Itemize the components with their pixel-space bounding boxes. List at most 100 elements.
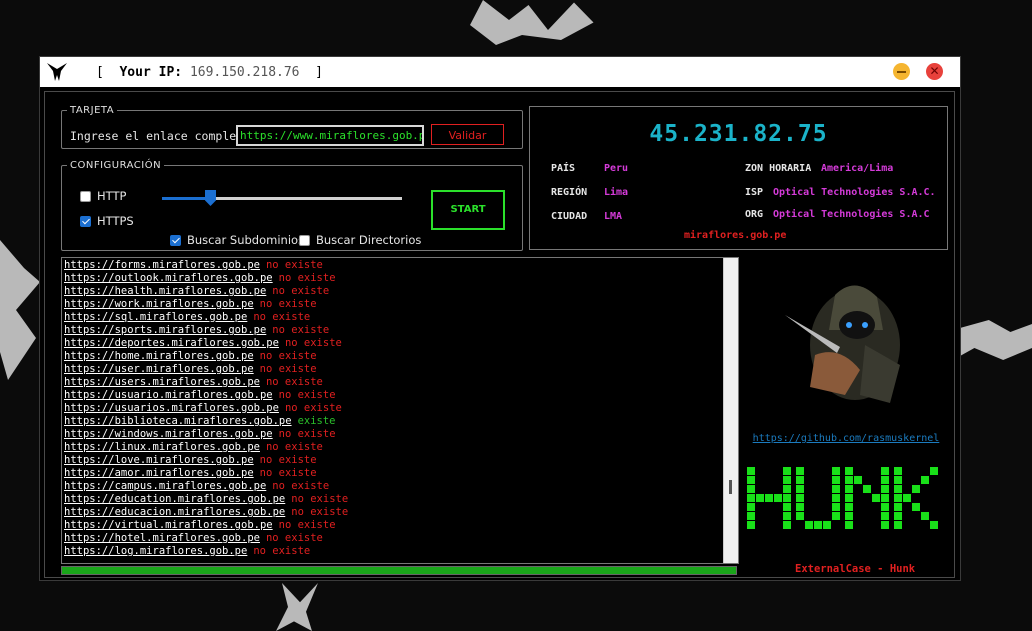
- result-url[interactable]: https://usuarios.miraflores.gob.pe: [64, 402, 279, 414]
- result-status: no existe: [291, 506, 349, 518]
- bracket-close: ]: [315, 65, 323, 80]
- logo-pixel: [881, 521, 889, 529]
- results-scrollbar[interactable]: [723, 258, 738, 563]
- result-url[interactable]: https://sports.miraflores.gob.pe: [64, 324, 266, 336]
- result-url[interactable]: https://deportes.miraflores.gob.pe: [64, 337, 279, 349]
- logo-pixel: [796, 467, 804, 475]
- result-row: https://windows.miraflores.gob.pe no exis…: [64, 428, 716, 441]
- logo-pixel: [912, 503, 920, 511]
- result-url[interactable]: https://usuario.miraflores.gob.pe: [64, 389, 273, 401]
- scrollbar-thumb[interactable]: [729, 480, 732, 494]
- directories-checkbox[interactable]: Buscar Directorios: [299, 233, 421, 247]
- result-url[interactable]: https://educacion.miraflores.gob.pe: [64, 506, 285, 518]
- logo-pixel: [894, 485, 902, 493]
- logo-pixel: [832, 485, 840, 493]
- result-url[interactable]: https://sql.miraflores.gob.pe: [64, 311, 247, 323]
- result-status: no existe: [259, 298, 317, 310]
- logo-pixel: [796, 476, 804, 484]
- logo-pixel: [747, 485, 755, 493]
- logo-pixel: [881, 494, 889, 502]
- result-status: no existe: [278, 389, 336, 401]
- logo-pixel: [783, 467, 791, 475]
- result-url[interactable]: https://biblioteca.miraflores.gob.pe: [64, 415, 292, 427]
- result-url[interactable]: https://campus.miraflores.gob.pe: [64, 480, 266, 492]
- result-url[interactable]: https://users.miraflores.gob.pe: [64, 376, 260, 388]
- result-url[interactable]: https://virtual.miraflores.gob.pe: [64, 519, 273, 531]
- logo-pixel: [921, 512, 929, 520]
- result-url[interactable]: https://education.miraflores.gob.pe: [64, 493, 285, 505]
- result-url[interactable]: https://amor.miraflores.gob.pe: [64, 467, 254, 479]
- result-row: https://user.miraflores.gob.pe no existe: [64, 363, 716, 376]
- bracket-open: [: [96, 65, 104, 80]
- logo-pixel: [747, 512, 755, 520]
- result-url[interactable]: https://linux.miraflores.gob.pe: [64, 441, 260, 453]
- slider-fill: [162, 197, 210, 200]
- result-url[interactable]: https://hotel.miraflores.gob.pe: [64, 532, 260, 544]
- tarjeta-group: TARJETA Ingrese el enlace completo https…: [61, 105, 523, 149]
- result-url[interactable]: https://home.miraflores.gob.pe: [64, 350, 254, 362]
- result-status: no existe: [284, 337, 342, 349]
- directories-checkbox-box[interactable]: [299, 234, 310, 246]
- result-status: no existe: [265, 376, 323, 388]
- result-status: no existe: [265, 532, 323, 544]
- result-url[interactable]: https://user.miraflores.gob.pe: [64, 363, 254, 375]
- subdomains-checkbox-box[interactable]: [170, 234, 181, 246]
- logo-pixel: [747, 503, 755, 511]
- result-row: https://home.miraflores.gob.pe no existe: [64, 350, 716, 363]
- app-window: [ Your IP: 169.150.218.76 ] ✕ TARJETA In…: [39, 56, 961, 581]
- result-url[interactable]: https://love.miraflores.gob.pe: [64, 454, 254, 466]
- start-button[interactable]: START: [431, 190, 505, 230]
- logo-pixel: [903, 494, 911, 502]
- validate-button[interactable]: Validar: [431, 124, 504, 145]
- result-url[interactable]: https://work.miraflores.gob.pe: [64, 298, 254, 310]
- tarjeta-legend: TARJETA: [70, 105, 115, 116]
- isp-label: ISP: [745, 187, 764, 198]
- logo-pixel: [894, 521, 902, 529]
- thread-slider[interactable]: [162, 190, 402, 206]
- result-row: https://biblioteca.miraflores.gob.pe exis…: [64, 415, 716, 428]
- result-status: no existe: [259, 363, 317, 375]
- footer-tag: ExternalCase - Hunk: [795, 563, 916, 575]
- result-status: no existe: [284, 402, 342, 414]
- result-status: no existe: [278, 272, 336, 284]
- logo-pixel: [783, 512, 791, 520]
- slider-thumb[interactable]: [205, 190, 216, 206]
- logo-pixel: [783, 485, 791, 493]
- timezone-label: ZON HORARIA: [745, 163, 812, 174]
- result-status: no existe: [272, 480, 330, 492]
- result-status: no existe: [253, 545, 311, 557]
- pais-value: Peru: [604, 163, 629, 174]
- result-url[interactable]: https://forms.miraflores.gob.pe: [64, 259, 260, 271]
- logo-pixel: [747, 521, 755, 529]
- ciudad-label: CIUDAD: [551, 211, 588, 222]
- result-url[interactable]: https://windows.miraflores.gob.pe: [64, 428, 273, 440]
- your-ip-display: [ Your IP: 169.150.218.76 ]: [96, 65, 323, 80]
- http-checkbox[interactable]: HTTP: [80, 189, 126, 203]
- result-url[interactable]: https://health.miraflores.gob.pe: [64, 285, 266, 297]
- result-row: https://education.miraflores.gob.pe no ex…: [64, 493, 716, 506]
- result-url[interactable]: https://log.miraflores.gob.pe: [64, 545, 247, 557]
- result-status: no existe: [278, 519, 336, 531]
- logo-pixel: [872, 494, 880, 502]
- logo-pixel: [783, 503, 791, 511]
- target-ip: 45.231.82.75: [649, 121, 828, 147]
- region-label: REGIÓN: [551, 187, 588, 198]
- close-button[interactable]: ✕: [926, 63, 943, 80]
- result-status: no existe: [272, 324, 330, 336]
- result-url[interactable]: https://outlook.miraflores.gob.pe: [64, 272, 273, 284]
- url-input[interactable]: https://www.miraflores.gob.pe: [236, 125, 424, 146]
- subdomains-checkbox[interactable]: Buscar Subdominios: [170, 233, 304, 247]
- https-checkbox[interactable]: HTTPS: [80, 214, 134, 228]
- logo-pixel: [783, 494, 791, 502]
- logo-pixel: [805, 521, 813, 529]
- minimize-button[interactable]: [893, 63, 910, 80]
- results-list[interactable]: https://forms.miraflores.gob.pe no existe…: [61, 257, 739, 564]
- configuration-legend: CONFIGURACIÓN: [70, 160, 162, 171]
- result-status: no existe: [259, 467, 317, 479]
- logo-pixel: [863, 485, 871, 493]
- https-checkbox-box[interactable]: [80, 215, 91, 227]
- result-row: https://sql.miraflores.gob.pe no existe: [64, 311, 716, 324]
- github-link[interactable]: https://github.com/rasmuskernel: [741, 433, 951, 444]
- http-checkbox-box[interactable]: [80, 190, 91, 202]
- result-row: https://amor.miraflores.gob.pe no existe: [64, 467, 716, 480]
